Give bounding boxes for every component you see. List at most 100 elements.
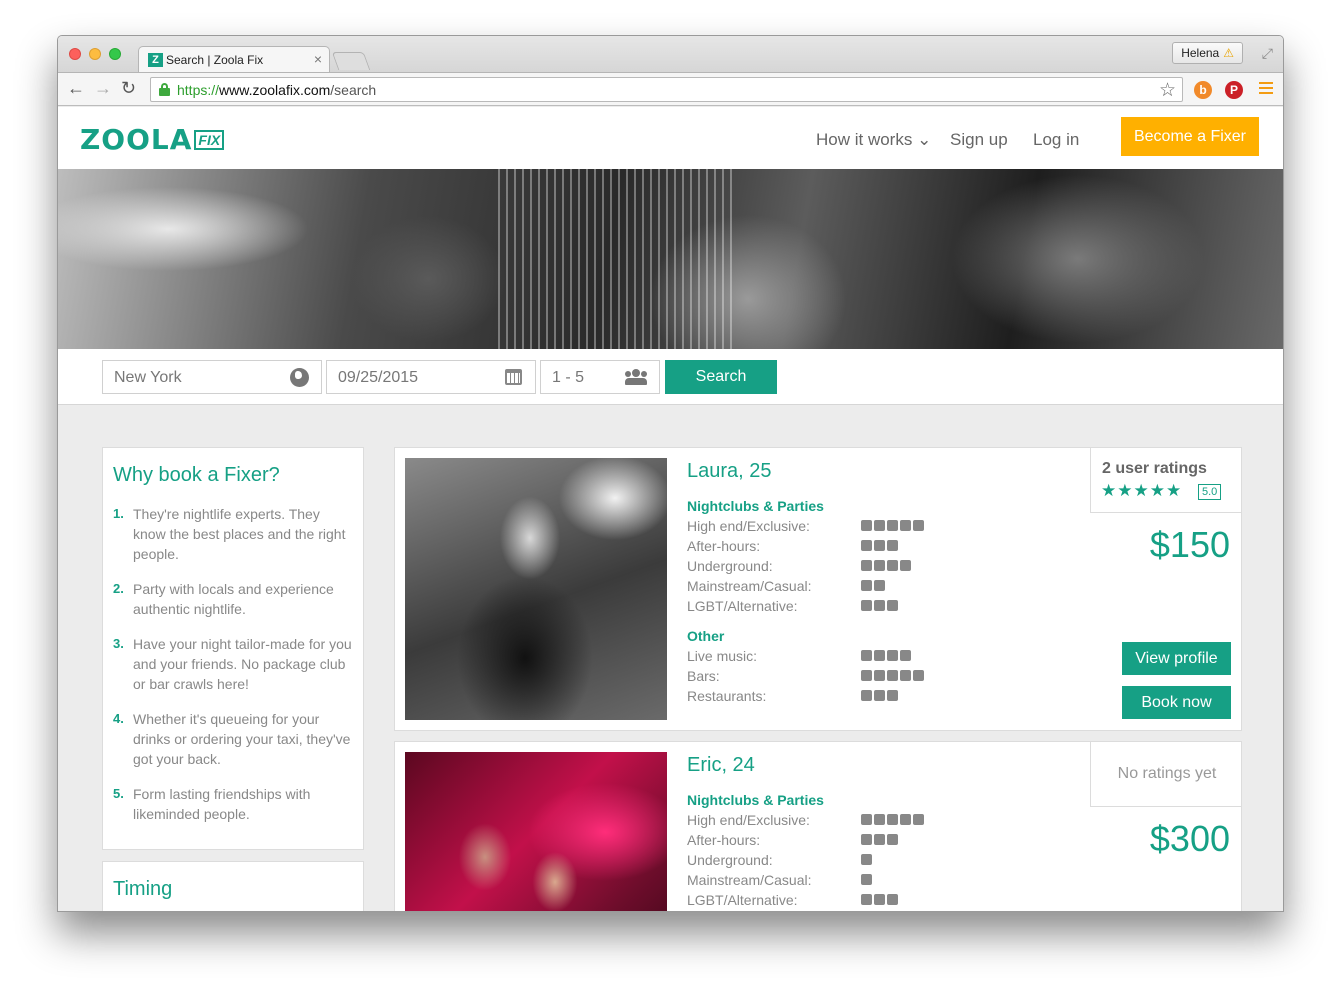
- level-square-icon: [874, 650, 885, 661]
- zoola-favicon-icon: Z: [148, 53, 163, 67]
- level-square-icon: [861, 874, 872, 885]
- skill-level-indicator: [861, 874, 874, 885]
- minimize-window-button[interactable]: [89, 48, 101, 60]
- skill-row: Mainstream/Casual:: [687, 576, 947, 596]
- level-square-icon: [913, 520, 924, 531]
- rating-box: 2 user ratings ★★★★★ 5.0: [1090, 448, 1241, 513]
- extension-b-icon[interactable]: b: [1194, 81, 1212, 99]
- why-book-list: 1. They're nightlife experts. They know t…: [113, 504, 353, 839]
- hero-image: [58, 169, 1283, 349]
- browser-window: Z Search | Zoola Fix × Helena ⚠ ⤢ ← → ↻ h…: [57, 35, 1284, 912]
- reload-icon[interactable]: ↻: [121, 78, 136, 99]
- skill-row: Mainstream/Casual:: [687, 870, 947, 890]
- skill-label: LGBT/Alternative:: [687, 598, 798, 614]
- skill-label: Bars:: [687, 668, 720, 684]
- skill-label: Restaurants:: [687, 688, 767, 704]
- bookmark-star-icon[interactable]: ☆: [1159, 79, 1176, 102]
- browser-toolbar: ← → ↻ https://www.zoolafix.com/search ☆ …: [58, 72, 1283, 106]
- level-square-icon: [900, 520, 911, 531]
- skill-label: Underground:: [687, 852, 773, 868]
- url-text: https://www.zoolafix.com/search: [177, 82, 377, 98]
- fixer-card: Eric, 24 Nightclubs & Parties High end/E…: [394, 741, 1242, 911]
- skill-row: After-hours:: [687, 830, 947, 850]
- skill-row: After-hours:: [687, 536, 947, 556]
- nav-how-it-works[interactable]: How it works ⌄: [816, 130, 931, 150]
- book-now-button[interactable]: Book now: [1122, 686, 1231, 719]
- skill-row: Underground:: [687, 850, 947, 870]
- nav-sign-up[interactable]: Sign up: [950, 130, 1008, 150]
- level-square-icon: [861, 520, 872, 531]
- level-square-icon: [861, 854, 872, 865]
- fixer-name[interactable]: Eric, 24: [687, 754, 755, 777]
- search-button[interactable]: Search: [665, 360, 777, 394]
- skill-row: Live music:: [687, 646, 947, 666]
- lock-icon: [159, 83, 170, 96]
- level-square-icon: [887, 670, 898, 681]
- skill-row: Bars:: [687, 666, 947, 686]
- skill-level-indicator: [861, 670, 926, 681]
- level-square-icon: [874, 814, 885, 825]
- tab-search[interactable]: Z Search | Zoola Fix ×: [138, 46, 330, 72]
- fixer-photo[interactable]: [405, 752, 667, 911]
- skill-row: High end/Exclusive:: [687, 516, 947, 536]
- forward-arrow-icon[interactable]: →: [94, 78, 112, 99]
- location-input[interactable]: New York: [102, 360, 322, 394]
- price: $300: [1149, 818, 1230, 859]
- close-window-button[interactable]: [69, 48, 81, 60]
- skill-level-indicator: [861, 814, 926, 825]
- rating-count: 2 user ratings: [1102, 460, 1207, 477]
- fixer-name[interactable]: Laura, 25: [687, 460, 772, 483]
- level-square-icon: [913, 814, 924, 825]
- skill-row: High end/Exclusive:: [687, 810, 947, 830]
- fullscreen-icon[interactable]: ⤢: [1262, 45, 1273, 62]
- timing-panel: Timing: [102, 861, 364, 911]
- maximize-window-button[interactable]: [109, 48, 121, 60]
- category-title: Other: [687, 628, 725, 644]
- skill-row: LGBT/Alternative:: [687, 596, 947, 616]
- level-square-icon: [861, 670, 872, 681]
- fixer-photo[interactable]: [405, 458, 667, 720]
- become-fixer-button[interactable]: Become a Fixer: [1121, 117, 1259, 156]
- level-square-icon: [874, 690, 885, 701]
- group-size-select[interactable]: 1 - 5: [540, 360, 660, 394]
- date-input[interactable]: 09/25/2015: [326, 360, 536, 394]
- pinterest-icon[interactable]: P: [1225, 81, 1243, 99]
- category-title: Nightclubs & Parties: [687, 792, 824, 808]
- profile-button[interactable]: Helena ⚠: [1172, 42, 1243, 64]
- skill-label: After-hours:: [687, 832, 761, 848]
- skill-label: Underground:: [687, 558, 773, 574]
- skill-level-indicator: [861, 650, 913, 661]
- level-square-icon: [874, 670, 885, 681]
- zoola-fix-logo[interactable]: ZOOLA FIX: [80, 126, 225, 154]
- level-square-icon: [874, 834, 885, 845]
- site-header: ZOOLA FIX How it works ⌄ Sign up Log in …: [58, 107, 1283, 169]
- skill-label: LGBT/Alternative:: [687, 892, 798, 908]
- skill-row: Restaurants:: [687, 686, 947, 706]
- level-square-icon: [874, 580, 885, 591]
- address-bar[interactable]: https://www.zoolafix.com/search ☆: [150, 77, 1183, 102]
- back-arrow-icon[interactable]: ←: [67, 78, 85, 99]
- fixer-card: Laura, 25 Nightclubs & Parties High end/…: [394, 447, 1242, 731]
- browser-menu-icon[interactable]: [1259, 82, 1273, 97]
- tab-close-icon[interactable]: ×: [314, 51, 322, 67]
- skill-level-indicator: [861, 894, 900, 905]
- list-item: 3. Have your night tailor-made for you an…: [113, 636, 352, 692]
- level-square-icon: [861, 894, 872, 905]
- skill-label: Mainstream/Casual:: [687, 872, 812, 888]
- profile-name: Helena: [1181, 46, 1220, 60]
- level-square-icon: [861, 814, 872, 825]
- view-profile-button[interactable]: View profile: [1122, 642, 1231, 675]
- skill-level-indicator: [861, 520, 926, 531]
- nav-log-in[interactable]: Log in: [1033, 130, 1079, 150]
- skill-label: High end/Exclusive:: [687, 812, 810, 828]
- level-square-icon: [887, 540, 898, 551]
- skill-level-indicator: [861, 560, 913, 571]
- level-square-icon: [900, 670, 911, 681]
- category-title: Nightclubs & Parties: [687, 498, 824, 514]
- skill-row: LGBT/Alternative:: [687, 890, 947, 910]
- level-square-icon: [874, 520, 885, 531]
- new-tab-button[interactable]: [331, 52, 371, 70]
- level-square-icon: [887, 690, 898, 701]
- skill-label: High end/Exclusive:: [687, 518, 810, 534]
- price: $150: [1149, 524, 1230, 565]
